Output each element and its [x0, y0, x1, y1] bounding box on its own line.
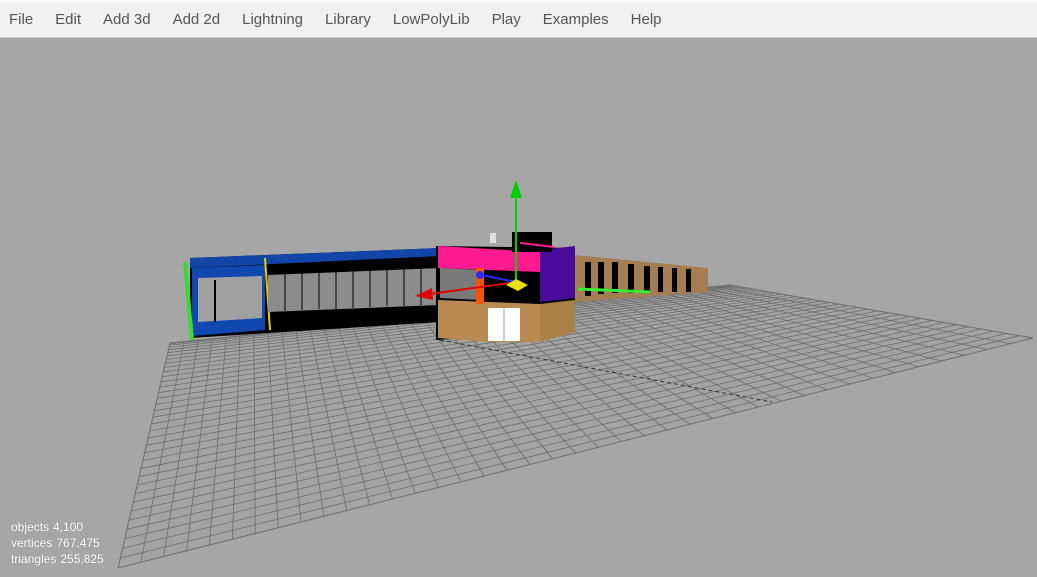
menu-lightning[interactable]: Lightning — [233, 3, 316, 37]
menu-edit[interactable]: Edit — [46, 3, 94, 37]
scene-canvas[interactable] — [0, 38, 1037, 577]
menu-lowpolylib[interactable]: LowPolyLib — [384, 3, 483, 37]
menu-examples[interactable]: Examples — [534, 3, 622, 37]
render-stats: objects 4,100 vertices 767,475 triangles 25… — [11, 519, 104, 567]
menu-file[interactable]: File — [0, 3, 46, 37]
menu-bar: File Edit Add 3d Add 2d Lightning Librar… — [0, 0, 1037, 38]
z-axis-knob-icon[interactable] — [476, 271, 484, 279]
y-axis-arrow-icon[interactable] — [510, 180, 522, 198]
kiosk-model — [436, 232, 575, 342]
stat-vertices: vertices 767,475 — [11, 536, 100, 550]
3d-viewport[interactable] — [0, 38, 1037, 577]
menu-add-2d[interactable]: Add 2d — [164, 3, 234, 37]
menu-library[interactable]: Library — [316, 3, 384, 37]
menu-help[interactable]: Help — [622, 3, 675, 37]
stat-objects: objects 4,100 — [11, 520, 84, 534]
menu-play[interactable]: Play — [483, 3, 534, 37]
menu-add-3d[interactable]: Add 3d — [94, 3, 164, 37]
stat-triangles: triangles 255,825 — [11, 552, 104, 566]
